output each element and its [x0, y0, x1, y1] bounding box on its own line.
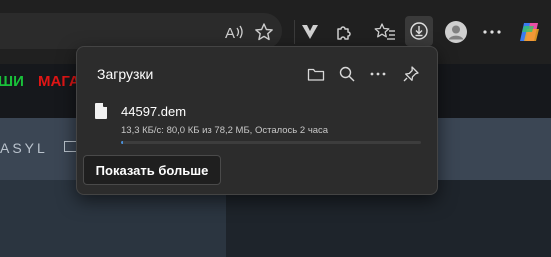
page-nav-right: [436, 118, 551, 180]
show-more-button[interactable]: Показать больше: [83, 155, 221, 185]
downloads-title: Загрузки: [97, 66, 154, 82]
more-icon[interactable]: [478, 18, 506, 46]
search-icon[interactable]: [336, 63, 358, 85]
favorites-list-icon[interactable]: [371, 18, 399, 46]
file-icon: [95, 103, 107, 119]
favorite-star-icon[interactable]: [250, 18, 278, 46]
profile-icon[interactable]: [442, 18, 470, 46]
download-filename[interactable]: 44597.dem: [121, 104, 186, 119]
downloads-flyout: Загрузки 44597.dem 13,3 КБ/с: 80,0 КБ из…: [76, 46, 438, 195]
download-progress-bar: [121, 141, 421, 144]
vivaldi-v-icon[interactable]: [296, 18, 324, 46]
download-progress-fill: [121, 141, 123, 144]
download-status: 13,3 КБ/с: 80,0 КБ из 78,2 МБ, Осталось …: [121, 125, 329, 136]
pin-icon[interactable]: [400, 63, 422, 85]
copilot-icon[interactable]: [516, 18, 544, 46]
downloads-icon[interactable]: [405, 16, 433, 46]
more-options-icon[interactable]: [367, 63, 389, 85]
toolbar-separator: [294, 20, 295, 44]
promo-text-red[interactable]: МАГА: [38, 73, 80, 90]
open-folder-icon[interactable]: [305, 63, 327, 85]
read-aloud-icon[interactable]: A: [220, 18, 248, 46]
svg-text:A: A: [225, 25, 235, 41]
nav-text[interactable]: ASYL: [0, 140, 48, 156]
promo-text-green[interactable]: ШИ: [0, 73, 24, 90]
extensions-icon[interactable]: [330, 18, 358, 46]
